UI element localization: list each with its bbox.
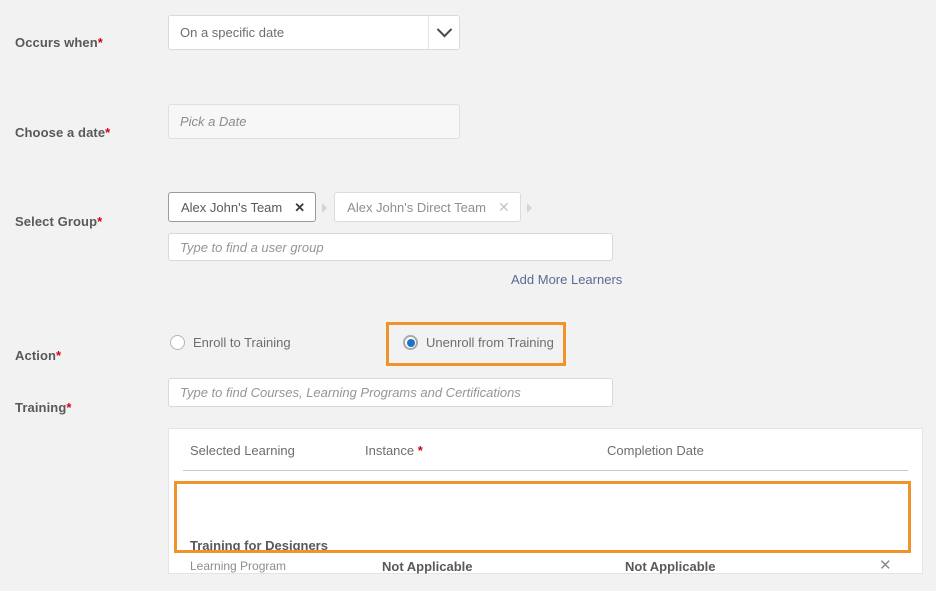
row-instance-value: Not Applicable: [382, 559, 473, 574]
training-required-marker: *: [66, 400, 72, 415]
add-more-learners-link[interactable]: Add More Learners: [511, 272, 622, 287]
group-search-input[interactable]: Type to find a user group: [168, 233, 613, 261]
group-chip-label: Alex John's Team: [181, 199, 283, 215]
training-label: Training*: [15, 400, 72, 415]
occurs-when-select[interactable]: On a specific date: [168, 15, 460, 50]
radio-enroll-to-training-label: Enroll to Training: [193, 335, 291, 350]
close-icon[interactable]: ✕: [879, 556, 892, 574]
chip-caret-icon: [526, 202, 533, 213]
choose-a-date-required-marker: *: [105, 125, 111, 140]
choose-a-date-input[interactable]: Pick a Date: [168, 104, 460, 139]
radio-unselected-icon: [170, 335, 185, 350]
occurs-when-label: Occurs when*: [15, 35, 103, 50]
group-chip[interactable]: Alex John's Direct Team ✕: [334, 192, 521, 222]
radio-unenroll-from-training-label: Unenroll from Training: [426, 335, 554, 350]
radio-unenroll-from-training[interactable]: Unenroll from Training: [403, 335, 554, 350]
column-header-instance-text: Instance: [365, 443, 415, 458]
choose-a-date-label-text: Choose a date: [15, 125, 106, 140]
group-chip-label: Alex John's Direct Team: [347, 199, 486, 215]
chip-caret-icon: [322, 202, 328, 213]
table-header-row: Selected Learning Instance * Completion …: [183, 429, 908, 471]
table-row: Training for Designers Learning Program …: [169, 471, 922, 574]
training-search-input[interactable]: Type to find Courses, Learning Programs …: [168, 378, 613, 407]
occurs-when-label-text: Occurs when: [15, 35, 98, 50]
group-chip[interactable]: Alex John's Team ✕: [168, 192, 317, 222]
training-search-placeholder: Type to find Courses, Learning Programs …: [180, 385, 521, 400]
radio-dot: [406, 338, 415, 347]
form-page: Occurs when* On a specific date Choose a…: [0, 0, 936, 591]
radio-enroll-to-training[interactable]: Enroll to Training: [170, 335, 291, 350]
occurs-when-selected-value: On a specific date: [180, 25, 285, 40]
close-icon[interactable]: ✕: [294, 201, 305, 214]
select-group-required-marker: *: [97, 214, 103, 229]
choose-a-date-label: Choose a date*: [15, 125, 110, 140]
radio-selected-icon: [403, 335, 418, 350]
chevron-down-glyph: [436, 21, 452, 38]
occurs-when-required-marker: *: [97, 35, 103, 50]
row-training-title: Training for Designers: [190, 538, 328, 553]
select-group-label-text: Select Group: [15, 214, 98, 229]
row-completion-date-value: Not Applicable: [625, 559, 716, 574]
group-search-placeholder: Type to find a user group: [180, 239, 324, 255]
action-label: Action*: [15, 348, 61, 363]
column-header-completion-date: Completion Date: [607, 443, 704, 458]
select-group-label: Select Group*: [15, 214, 102, 229]
choose-a-date-placeholder: Pick a Date: [180, 114, 247, 129]
chevron-down-icon[interactable]: [428, 16, 459, 49]
action-required-marker: *: [56, 348, 62, 363]
selected-learning-table: Selected Learning Instance * Completion …: [168, 428, 923, 574]
instance-required-marker: *: [417, 443, 423, 458]
training-label-text: Training: [15, 400, 67, 415]
row-training-type: Learning Program: [190, 559, 287, 573]
close-icon[interactable]: ✕: [498, 200, 510, 214]
column-header-selected-learning: Selected Learning: [190, 443, 295, 458]
action-label-text: Action: [15, 348, 57, 363]
selected-group-chips: Alex John's Team ✕ Alex John's Direct Te…: [168, 192, 539, 222]
column-header-instance: Instance *: [365, 443, 423, 458]
